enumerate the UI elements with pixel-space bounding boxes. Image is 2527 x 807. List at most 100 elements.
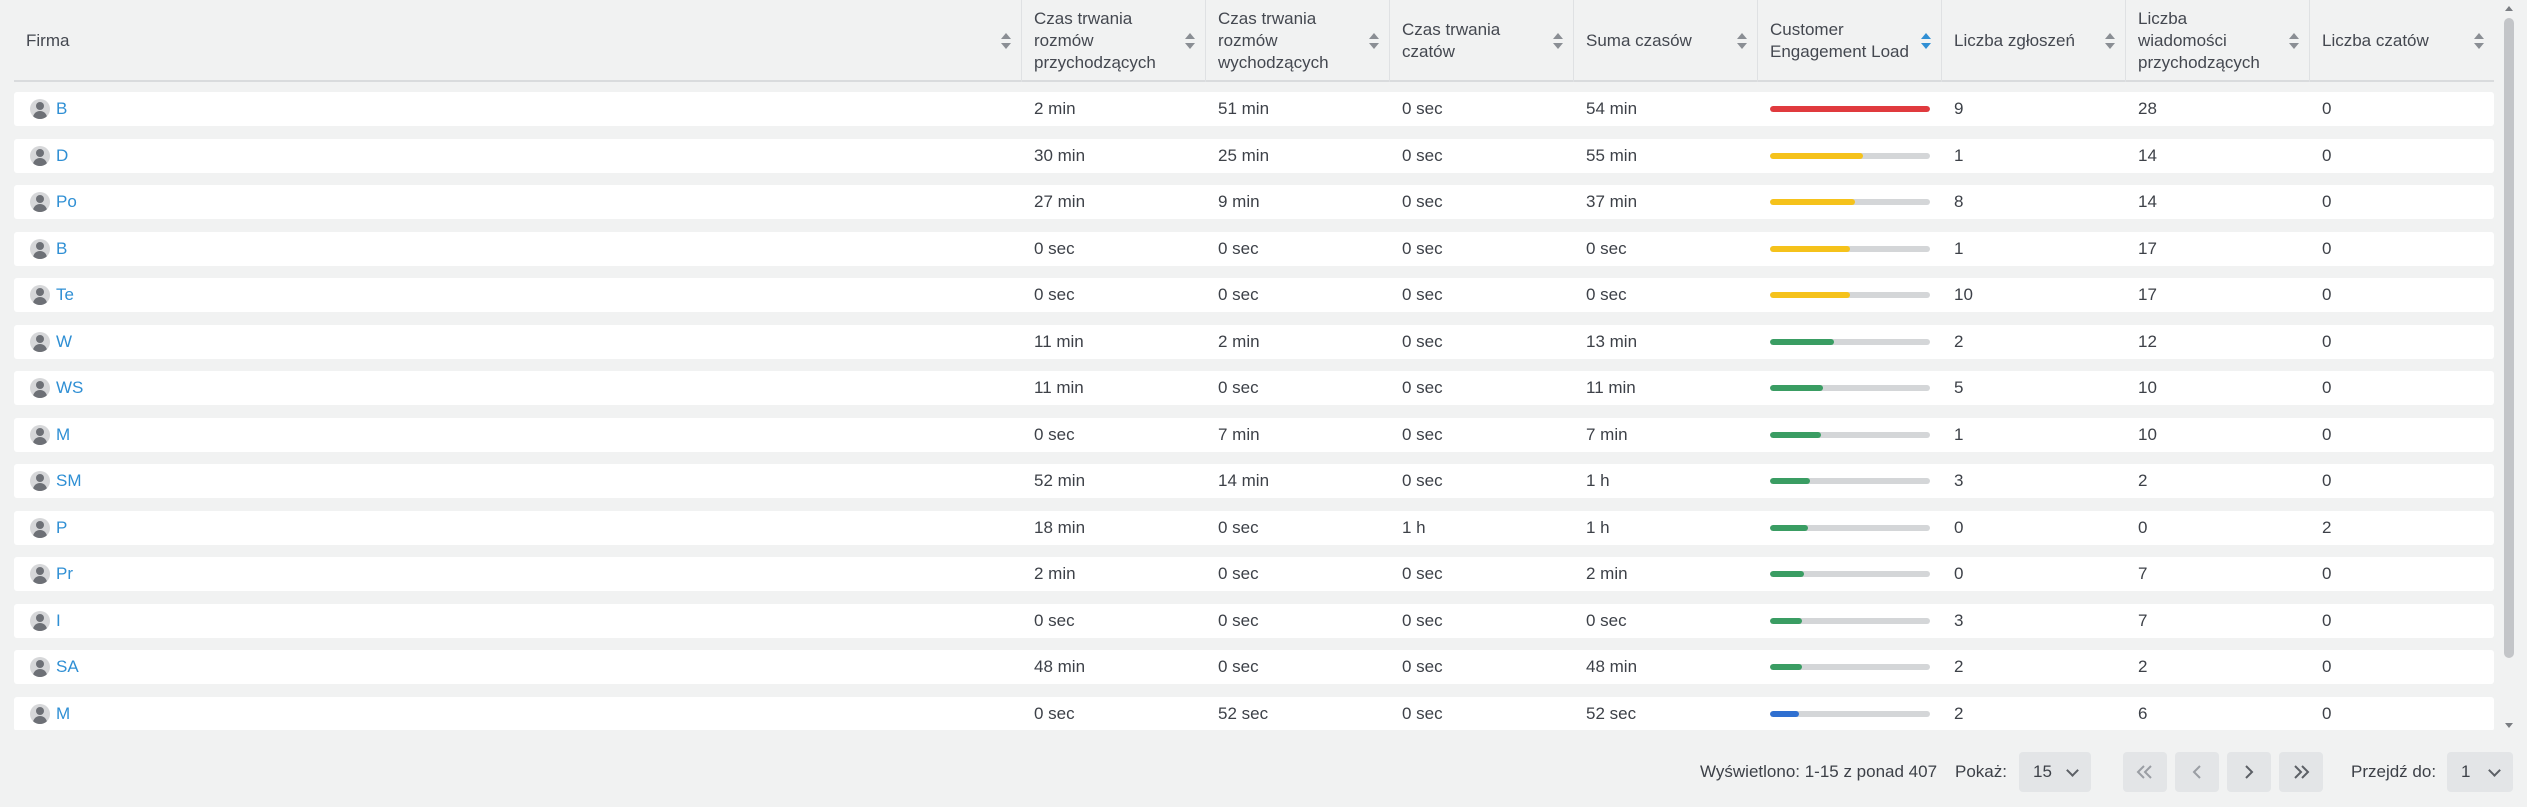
company-link[interactable]: B xyxy=(56,232,67,266)
outgoing-calls-cell: 7 min xyxy=(1218,425,1260,444)
table-row[interactable]: D 30 min 25 min 0 sec 55 min 1 14 0 xyxy=(14,139,2494,173)
column-header-firma[interactable]: Firma xyxy=(14,0,1022,82)
company-link[interactable]: Po xyxy=(56,185,77,219)
engagement-load-bar xyxy=(1770,711,1930,717)
company-link[interactable]: D xyxy=(56,139,68,173)
chats-cell: 0 xyxy=(2322,657,2332,676)
table-row[interactable]: B 2 min 51 min 0 sec 54 min 9 28 0 xyxy=(14,92,2494,126)
user-avatar-icon xyxy=(30,564,50,584)
engagement-load-bar xyxy=(1770,106,1930,112)
column-header-outgoing-calls[interactable]: Czas trwania rozmów wychodzących xyxy=(1206,0,1390,82)
vertical-scrollbar[interactable] xyxy=(2503,0,2516,730)
table-row[interactable]: B 0 sec 0 sec 0 sec 0 sec 1 17 0 xyxy=(14,232,2494,266)
sort-icon[interactable] xyxy=(2289,33,2299,49)
next-page-button[interactable] xyxy=(2227,752,2271,792)
column-header-total-time[interactable]: Suma czasów xyxy=(1574,0,1758,82)
sort-desc-icon[interactable] xyxy=(1921,33,1931,49)
table-row[interactable]: WS 11 min 0 sec 0 sec 11 min 5 10 0 xyxy=(14,371,2494,405)
column-label: Liczba czatów xyxy=(2322,31,2429,50)
outgoing-calls-cell: 0 sec xyxy=(1218,657,1259,676)
outgoing-calls-cell: 9 min xyxy=(1218,192,1260,211)
previous-page-button[interactable] xyxy=(2175,752,2219,792)
total-time-cell: 0 sec xyxy=(1586,239,1627,258)
table-row[interactable]: M 0 sec 52 sec 0 sec 52 sec 2 6 0 xyxy=(14,697,2494,730)
engagement-load-bar xyxy=(1770,339,1930,345)
sort-icon[interactable] xyxy=(2474,33,2484,49)
engagement-load-fill xyxy=(1770,664,1802,670)
table-row[interactable]: SA 48 min 0 sec 0 sec 48 min 2 2 0 xyxy=(14,650,2494,684)
scrollbar-thumb[interactable] xyxy=(2504,18,2514,658)
engagement-load-bar xyxy=(1770,618,1930,624)
chats-cell: 0 xyxy=(2322,425,2332,444)
tickets-cell: 2 xyxy=(1954,657,1964,676)
table-row[interactable]: M 0 sec 7 min 0 sec 7 min 1 10 0 xyxy=(14,418,2494,452)
incoming-messages-cell: 17 xyxy=(2138,285,2157,304)
chat-duration-cell: 1 h xyxy=(1402,518,1426,537)
table-header: Firma Czas trwania rozmów przychodzących… xyxy=(14,0,2494,82)
incoming-messages-cell: 14 xyxy=(2138,146,2157,165)
table-row[interactable]: Pr 2 min 0 sec 0 sec 2 min 0 7 0 xyxy=(14,557,2494,591)
engagement-load-bar xyxy=(1770,385,1930,391)
chat-duration-cell: 0 sec xyxy=(1402,425,1443,444)
user-avatar-icon xyxy=(30,332,50,352)
column-header-engagement-load[interactable]: Customer Engagement Load xyxy=(1758,0,1942,82)
total-time-cell: 2 min xyxy=(1586,564,1628,583)
column-header-chat-duration[interactable]: Czas trwania czatów xyxy=(1390,0,1574,82)
engagement-load-bar xyxy=(1770,153,1930,159)
incoming-messages-cell: 7 xyxy=(2138,564,2148,583)
company-link[interactable]: SM xyxy=(56,464,82,498)
sort-icon[interactable] xyxy=(1369,33,1379,49)
company-link[interactable]: Pr xyxy=(56,557,73,591)
total-time-cell: 0 sec xyxy=(1586,285,1627,304)
chats-cell: 0 xyxy=(2322,99,2332,118)
incoming-messages-cell: 0 xyxy=(2138,518,2148,537)
total-time-cell: 1 h xyxy=(1586,518,1610,537)
scroll-down-arrow-icon[interactable] xyxy=(2505,723,2513,728)
sort-icon[interactable] xyxy=(2105,33,2115,49)
column-header-tickets[interactable]: Liczba zgłoszeń xyxy=(1942,0,2126,82)
first-page-button[interactable] xyxy=(2123,752,2167,792)
user-avatar-icon xyxy=(30,378,50,398)
incoming-calls-cell: 11 min xyxy=(1034,332,1084,351)
incoming-calls-cell: 48 min xyxy=(1034,657,1086,676)
column-header-incoming-messages[interactable]: Liczba wiadomości przychodzących xyxy=(2126,0,2310,82)
outgoing-calls-cell: 0 sec xyxy=(1218,285,1259,304)
scroll-up-arrow-icon[interactable] xyxy=(2505,6,2513,11)
company-link[interactable]: B xyxy=(56,92,67,126)
company-link[interactable]: WS xyxy=(56,371,83,405)
last-page-button[interactable] xyxy=(2279,752,2323,792)
company-link[interactable]: P xyxy=(56,511,67,545)
column-header-incoming-calls[interactable]: Czas trwania rozmów przychodzących xyxy=(1022,0,1206,82)
incoming-calls-cell: 2 min xyxy=(1034,564,1076,583)
page-size-select[interactable]: 15 xyxy=(2019,752,2091,792)
column-label: Czas trwania rozmów wychodzących xyxy=(1218,9,1329,72)
goto-page-select[interactable]: 1 xyxy=(2447,752,2513,792)
engagement-load-fill xyxy=(1770,199,1855,205)
total-time-cell: 37 min xyxy=(1586,192,1638,211)
outgoing-calls-cell: 51 min xyxy=(1218,99,1270,118)
company-link[interactable]: M xyxy=(56,697,70,730)
sort-icon[interactable] xyxy=(1553,33,1563,49)
company-link[interactable]: M xyxy=(56,418,70,452)
sort-icon[interactable] xyxy=(1737,33,1747,49)
table-row[interactable]: SM 52 min 14 min 0 sec 1 h 3 2 0 xyxy=(14,464,2494,498)
company-link[interactable]: W xyxy=(56,325,72,359)
company-link[interactable]: I xyxy=(56,604,61,638)
incoming-messages-cell: 17 xyxy=(2138,239,2157,258)
user-avatar-icon xyxy=(30,518,50,538)
table-row[interactable]: I 0 sec 0 sec 0 sec 0 sec 3 7 0 xyxy=(14,604,2494,638)
chats-cell: 0 xyxy=(2322,192,2332,211)
company-link[interactable]: Te xyxy=(56,278,74,312)
column-header-chats[interactable]: Liczba czatów xyxy=(2310,0,2494,82)
total-time-cell: 55 min xyxy=(1586,146,1638,165)
chevron-right-icon xyxy=(2245,765,2254,779)
table-row[interactable]: P 18 min 0 sec 1 h 1 h 0 0 2 xyxy=(14,511,2494,545)
table-row[interactable]: Po 27 min 9 min 0 sec 37 min 8 14 0 xyxy=(14,185,2494,219)
company-link[interactable]: SA xyxy=(56,650,79,684)
sort-icon[interactable] xyxy=(1001,33,1011,49)
engagement-load-bar xyxy=(1770,525,1930,531)
sort-icon[interactable] xyxy=(1185,33,1195,49)
table-row[interactable]: Te 0 sec 0 sec 0 sec 0 sec 10 17 0 xyxy=(14,278,2494,312)
chat-duration-cell: 0 sec xyxy=(1402,99,1443,118)
table-row[interactable]: W 11 min 2 min 0 sec 13 min 2 12 0 xyxy=(14,325,2494,359)
